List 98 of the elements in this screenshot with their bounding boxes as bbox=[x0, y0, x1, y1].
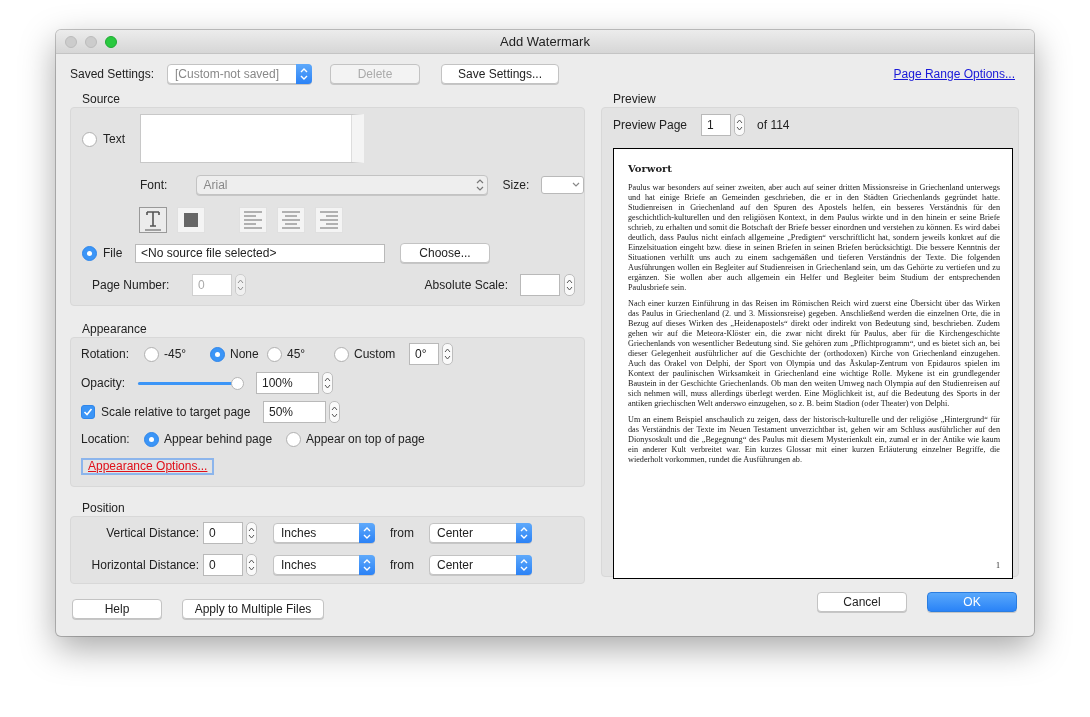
radio-button[interactable] bbox=[144, 431, 159, 447]
page-count: of 114 bbox=[757, 117, 790, 134]
radio-button[interactable] bbox=[334, 346, 349, 362]
distance-field[interactable]: 0 bbox=[203, 554, 243, 576]
stepper[interactable] bbox=[442, 343, 453, 365]
stepper[interactable] bbox=[246, 522, 257, 544]
dialog-button[interactable]: Apply to Multiple Files bbox=[182, 599, 324, 619]
window-title: Add Watermark bbox=[500, 34, 590, 49]
field-label: Rotation: bbox=[81, 346, 131, 363]
stepper[interactable] bbox=[564, 274, 575, 296]
slider-thumb[interactable] bbox=[231, 376, 245, 390]
up-down-arrows-icon bbox=[519, 558, 529, 572]
save-settings-button[interactable]: Save Settings... bbox=[441, 64, 559, 84]
file-path-field[interactable]: <No source file selected> bbox=[135, 243, 385, 263]
opacity-slider[interactable] bbox=[138, 376, 244, 390]
checkbox-label: Scale relative to target page bbox=[101, 404, 252, 421]
text-area[interactable] bbox=[140, 114, 364, 163]
stepper[interactable] bbox=[246, 554, 257, 576]
field-label: Preview Page bbox=[613, 117, 688, 134]
align-right-icon bbox=[320, 211, 338, 229]
up-down-arrows-icon bbox=[324, 375, 331, 391]
radio-label: Appear on top of page bbox=[306, 431, 425, 448]
field-label: from bbox=[390, 557, 414, 574]
opacity-field[interactable]: 100% bbox=[256, 372, 319, 394]
size-combo[interactable] bbox=[541, 176, 584, 194]
up-down-arrows-icon bbox=[331, 404, 338, 420]
rotation-field[interactable]: 0° bbox=[409, 343, 439, 365]
absolute-scale-field[interactable] bbox=[520, 274, 560, 296]
page-number: 1 bbox=[996, 560, 1000, 572]
field-label: Font: bbox=[140, 177, 169, 194]
zoom-window-icon[interactable] bbox=[105, 36, 117, 48]
up-down-arrows-icon bbox=[566, 277, 573, 293]
up-down-arrows-icon bbox=[237, 277, 244, 293]
radio-label: Custom bbox=[354, 346, 396, 363]
up-down-arrows-icon bbox=[362, 558, 372, 572]
field-label: Size: bbox=[502, 177, 530, 194]
reference-dropdown[interactable]: Center bbox=[429, 555, 532, 575]
section-heading: Preview bbox=[613, 92, 657, 106]
dialog-button[interactable]: Help bbox=[72, 599, 162, 619]
minimize-window-icon[interactable] bbox=[85, 36, 97, 48]
filled-square-icon bbox=[184, 213, 198, 227]
preview-page-field[interactable]: 1 bbox=[701, 114, 732, 136]
field-label: Saved Settings: bbox=[70, 66, 156, 83]
distance-field[interactable]: 0 bbox=[203, 522, 243, 544]
field-label: Absolute Scale: bbox=[424, 277, 508, 294]
field-label: from bbox=[390, 525, 414, 542]
up-down-arrows-icon bbox=[444, 346, 451, 362]
radio-button[interactable] bbox=[144, 346, 159, 362]
stepper[interactable] bbox=[322, 372, 333, 394]
field-label: Location: bbox=[81, 431, 131, 448]
stepper[interactable] bbox=[734, 114, 746, 136]
dialog-button[interactable]: Cancel bbox=[817, 592, 907, 612]
stepper[interactable] bbox=[329, 401, 340, 423]
section-heading: Source bbox=[82, 92, 122, 106]
close-window-icon[interactable] bbox=[65, 36, 77, 48]
up-down-arrows-icon bbox=[362, 526, 372, 540]
align-left-icon bbox=[244, 211, 262, 229]
document-paragraph: Paulus war besonders auf seiner zweiten, aber auch auf seiner dritten Missionsreise in Griechenland unterwegs und hat einige Briefe an Gemeinden geschrieben, die er in den Städten Griechenlands gegründet hatte. Studienreisen in Griechenland auf den Spuren des Apostels helfen, ein besseres Verständnis für den geschichtlich-kulturellen und den religiösen Kontext, in dem Paulus wirkte und in den hinein er seine Briefe schrieb, zu erhalten und somit die Botschaft der Briefe besser einordnen und verstehen zu können. Es wird dabei deutlich, dass Paulus nicht einfach allgemeine „Predigten“ verschriftlicht hat, sondern jeweils konkret auf die Einzelsituation eingeht bzw. diese in seinen Briefen in seinen Briefen berücksichtigt. Die bessere Kenntnis der Situationen verhilft uns auch zu einem sachgemäßen und tieferen Verständnis der Texte. Die folgenden Ausführungen wollen ein Begleiter auf Studienreisen in Griechenland sein, um das Gehörte zu vertiefen und zu ergänzen. Sie wollen aber auch allgemein ein Helfer und Begleiter beim Studium der entsprechenden Paulusbriefe sein. bbox=[628, 183, 1000, 293]
radio-label: 45° bbox=[287, 346, 306, 363]
radio-label: Text bbox=[103, 131, 125, 148]
radio-button[interactable] bbox=[210, 346, 225, 362]
text-style-icon bbox=[142, 208, 164, 232]
field-label: Vertical Distance: bbox=[105, 525, 199, 542]
choose-button[interactable]: Choose... bbox=[400, 243, 490, 263]
field-label: Page Number: bbox=[92, 277, 171, 294]
unit-dropdown[interactable]: Inches bbox=[273, 555, 375, 575]
up-down-arrows-icon bbox=[474, 178, 485, 192]
unit-dropdown[interactable]: Inches bbox=[273, 523, 375, 543]
radio-label: Appear behind page bbox=[164, 431, 273, 448]
field-label: Opacity: bbox=[81, 375, 126, 392]
up-down-arrows-icon bbox=[299, 67, 309, 81]
radio-label: -45° bbox=[164, 346, 187, 363]
chevron-down-icon bbox=[571, 181, 581, 189]
up-down-arrows-icon bbox=[736, 117, 744, 133]
up-down-arrows-icon bbox=[519, 526, 529, 540]
up-down-arrows-icon bbox=[248, 525, 255, 541]
align-center-icon bbox=[282, 211, 300, 229]
radio-button[interactable] bbox=[267, 346, 282, 362]
radio-label: File bbox=[103, 245, 123, 262]
document-heading: Vorwort bbox=[628, 163, 673, 175]
stepper[interactable] bbox=[235, 274, 246, 296]
checkbox[interactable] bbox=[81, 405, 95, 419]
section-heading: Position bbox=[82, 501, 126, 515]
appearance-options-link[interactable]: Appearance Options... bbox=[81, 458, 215, 475]
reference-dropdown[interactable]: Center bbox=[429, 523, 532, 543]
up-down-arrows-icon bbox=[248, 557, 255, 573]
radio-label: None bbox=[230, 346, 259, 363]
radio-button[interactable] bbox=[286, 431, 301, 447]
radio-button[interactable] bbox=[82, 245, 97, 261]
section-heading: Appearance bbox=[82, 322, 148, 336]
settings-dropdown[interactable]: [Custom-not saved] bbox=[167, 64, 312, 84]
document-paragraph: Um an einem Beispiel anschaulich zu zeigen, dass der historisch-kulturelle und der religiöse „Hintergrund“ für das Verständnis der Texte im Neuen Testament unverzichtbar ist, gehen wir am Schluss ausführlicher auf den Dionysoskult und die „Begegnung“ des Paulus mit diesem Mysterienkult ein, zumal er in der Antike wie kaum ein anderer Kult verbreitet war. Ein kurzes Glossar mit einer kurzen Erläuterung einzelner Begriffe, die wiederholt vorkommen, rundet die Ausführungen ab. bbox=[628, 415, 1000, 465]
document-paragraph: Nach einer kurzen Einführung in das Reisen im Römischen Reich wird zuerst eine Übersicht über das Wirken das Paulus in Griechenland (2. und 3. Missionsreise) gegeben. Anschließend werden die einzelnen Orte, die in Bezug auf dieses Wirken des „Heidenapostels“ direkt oder indirekt von Bedeutung sind, beschrieben. Zudem gehen wir auf die Meteora-Klöster ein, die zwar nicht direkt für Paulus, aber für die Kirchengeschichte Griechenlands von wesentlicher Bedeutung sind. Sie gehören zum „Pflichtprogramm“, und es bietet sich an, bei dieser Gelegenheit ausführlicher auf die Geschichte der (orthodoxen) Kirche von Griechenland einzugehen. Auch das Orakel von Delphi, der Sport von Olympia und das Äskulap-Zentrum von Epidauros spielen im Kontext der paulinischen Wirksamkeit in Griechenland eine wichtige Rolle. Mykene ist ein grundlegender Baustein in der Geschichte Griechenlands. Ob man den weiten Umweg nach Olympia auf den Studienreisen auf sich nehmen will, muss allerdings überlegt werden. Eine Möglichkeit ist, auf die Bedeutung des Sports in der antiken griechischen Welt anderswo einzugehen, so z. B. beim Stadion (oder Theater) von Delphi. bbox=[628, 299, 1000, 409]
page-range-link[interactable]: Page Range Options... bbox=[893, 65, 1015, 83]
radio-button[interactable] bbox=[82, 131, 97, 147]
scale-field[interactable]: 50% bbox=[263, 401, 326, 423]
field-label: Horizontal Distance: bbox=[90, 557, 199, 574]
format-button[interactable] bbox=[139, 207, 167, 233]
